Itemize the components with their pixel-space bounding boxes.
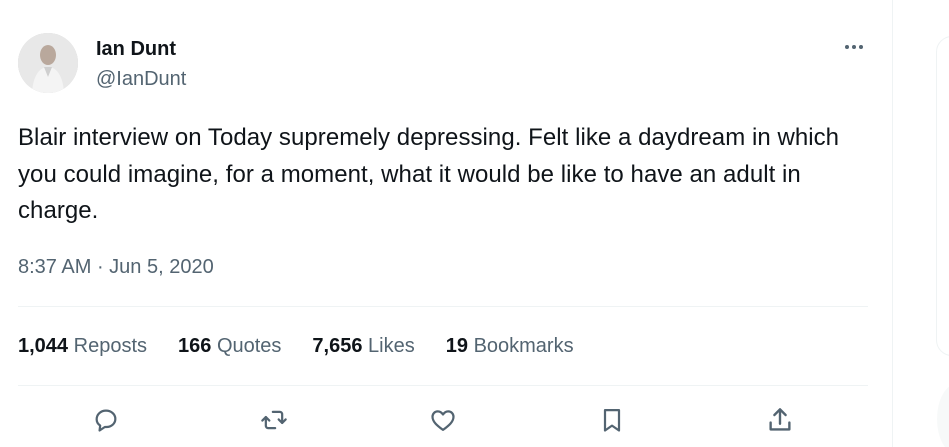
stat-count: 7,656 — [312, 335, 363, 357]
repost-button[interactable] — [254, 400, 294, 440]
tweet-date[interactable]: Jun 5, 2020 — [109, 256, 214, 278]
stat-count: 166 — [178, 335, 212, 357]
stat-count: 19 — [445, 335, 468, 357]
avatar[interactable] — [18, 33, 78, 93]
author-display-name[interactable]: Ian Dunt — [96, 37, 176, 61]
share-icon — [769, 408, 791, 431]
tweet-text: Blair interview on Today supremely depre… — [18, 124, 840, 224]
sidebar-card — [936, 36, 949, 356]
stat-quotes[interactable]: 166 Quotes — [178, 333, 281, 359]
sidebar-shape — [937, 384, 949, 447]
stat-likes[interactable]: 7,656 Likes — [312, 333, 414, 359]
tweet-timestamp[interactable]: 8:37 AM · Jun 5, 2020 — [18, 254, 214, 280]
tweet-time[interactable]: 8:37 AM — [18, 256, 91, 278]
more-options-button[interactable] — [836, 32, 872, 62]
divider — [18, 385, 868, 386]
more-horizontal-icon — [845, 45, 863, 49]
stat-label: Bookmarks — [473, 335, 574, 357]
stat-bookmarks[interactable]: 19 Bookmarks — [446, 333, 574, 359]
heart-icon — [431, 410, 455, 432]
bookmark-button[interactable] — [592, 400, 632, 440]
stat-label: Quotes — [216, 335, 282, 357]
stat-count: 1,044 — [18, 335, 69, 357]
engagement-stats: 1,044 Reposts 166 Quotes 7,656 Likes 19 … — [18, 333, 605, 359]
tweet-page: Ian Dunt @IanDunt Blair interview on Tod… — [0, 0, 949, 447]
stat-label: Likes — [368, 335, 415, 357]
reply-icon — [95, 409, 117, 432]
action-bar — [0, 400, 893, 447]
divider — [18, 306, 868, 307]
like-button[interactable] — [423, 400, 463, 440]
avatar-photo — [18, 33, 78, 93]
bookmark-icon — [603, 408, 621, 432]
author-handle[interactable]: @IanDunt — [96, 67, 186, 91]
share-button[interactable] — [760, 400, 800, 440]
stat-reposts[interactable]: 1,044 Reposts — [18, 333, 147, 359]
timestamp-separator: · — [91, 256, 110, 278]
reply-button[interactable] — [86, 400, 126, 440]
stat-label: Reposts — [73, 335, 147, 357]
repost-icon — [261, 410, 287, 430]
tweet-detail: Ian Dunt @IanDunt Blair interview on Tod… — [0, 0, 893, 447]
